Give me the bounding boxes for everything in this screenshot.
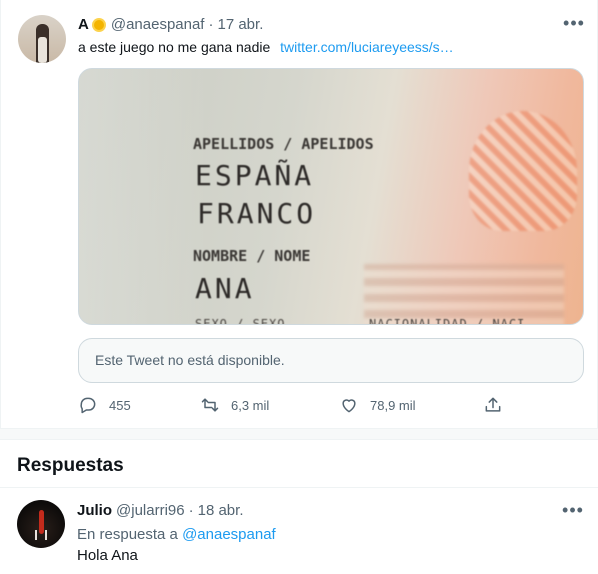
share-button[interactable] xyxy=(483,395,503,415)
separator-dot: · xyxy=(208,16,214,33)
reply-separator-dot: · xyxy=(188,502,194,519)
crest-watermark xyxy=(364,264,564,324)
id-surname-2: FRANCO xyxy=(197,197,317,230)
retweet-icon xyxy=(201,398,219,412)
reply-author-avatar[interactable] xyxy=(17,500,65,548)
author-handle[interactable]: @anaespanaf xyxy=(111,16,205,33)
id-label-surnames: APELLIDOS / APELIDOS xyxy=(193,135,374,153)
id-label-sex: SEXO / SEXO xyxy=(195,317,286,325)
like-icon xyxy=(342,399,356,413)
reply-icon xyxy=(80,397,96,414)
more-options-icon[interactable]: ••• xyxy=(562,14,586,37)
like-count: 78,9 mil xyxy=(370,397,416,413)
id-surname-1: ESPAÑA xyxy=(195,159,315,192)
author-avatar[interactable] xyxy=(18,15,66,63)
share-icon xyxy=(485,397,501,412)
unavailable-quote: Este Tweet no está disponible. xyxy=(78,338,584,383)
retweet-count: 6,3 mil xyxy=(231,397,270,413)
replies-divider xyxy=(0,487,598,488)
id-label-name: NOMBRE / NOME xyxy=(193,247,311,265)
reply-count: 455 xyxy=(109,397,131,413)
in-reply-prefix: En respuesta a xyxy=(77,526,178,543)
crown-watermark xyxy=(469,111,577,231)
reply-button[interactable]: 455 xyxy=(78,395,131,415)
reply-text: Hola Ana xyxy=(77,547,138,564)
reply-more-options-icon[interactable]: ••• xyxy=(561,501,585,524)
tweet-link[interactable]: twitter.com/luciareyeess/s… xyxy=(280,39,454,55)
in-reply-to: En respuesta a @anaespanaf xyxy=(77,526,276,543)
in-reply-mention[interactable]: @anaespanaf xyxy=(182,526,276,543)
like-button[interactable]: 78,9 mil xyxy=(339,395,416,415)
author-name[interactable]: A xyxy=(78,16,89,33)
tweet-text: a este juego no me gana nadie twitter.co… xyxy=(78,39,454,55)
section-divider xyxy=(0,428,598,440)
reply-author-handle[interactable]: @jularri96 xyxy=(116,502,185,519)
reply-author-name[interactable]: Julio xyxy=(77,502,112,519)
tweet-date[interactable]: 17 abr. xyxy=(217,16,263,33)
id-label-nationality: NACIONALIDAD / NACI xyxy=(369,317,526,325)
reply-header: Julio @jularri96 · 18 abr. xyxy=(77,502,243,519)
id-name: ANA xyxy=(195,272,255,305)
tweet-image[interactable]: APELLIDOS / APELIDOS ESPAÑA FRANCO NOMBR… xyxy=(78,68,584,325)
retweet-button[interactable]: 6,3 mil xyxy=(200,395,269,415)
tweet-header: A @anaespanaf · 17 abr. xyxy=(78,16,263,33)
tweet-body: a este juego no me gana nadie xyxy=(78,39,271,55)
reply-date[interactable]: 18 abr. xyxy=(198,502,244,519)
sun-emoji-icon xyxy=(91,17,107,33)
replies-heading: Respuestas xyxy=(17,455,124,476)
main-tweet[interactable]: A @anaespanaf · 17 abr. ••• a este juego… xyxy=(0,0,598,428)
